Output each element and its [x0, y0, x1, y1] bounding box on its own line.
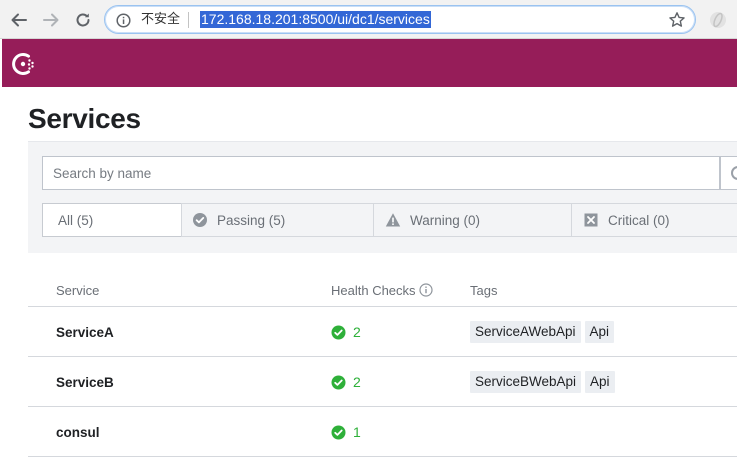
service-name-link[interactable]: ServiceA — [56, 325, 114, 340]
check-circle-icon — [331, 325, 346, 339]
filter-tab-critical[interactable]: Critical (0) — [571, 203, 737, 237]
check-circle-icon — [331, 375, 346, 389]
health-checks-count: 2 — [353, 374, 361, 390]
column-header-service[interactable]: Service — [56, 283, 99, 298]
arrow-left-icon — [11, 13, 27, 27]
close-square-icon — [584, 213, 598, 227]
table-row[interactable]: ServiceA 2 ServiceAWebApi Api — [28, 307, 737, 357]
health-checks-count: 1 — [353, 424, 361, 440]
filter-tab-passing[interactable]: Passing (5) — [181, 203, 374, 237]
address-bar[interactable]: 不安全 172.168.18.201:8500/ui/dc1/services — [104, 5, 696, 34]
search-box — [42, 156, 720, 190]
star-icon[interactable] — [668, 11, 686, 29]
reload-button[interactable] — [72, 9, 94, 31]
health-checks-passing: 2 — [331, 373, 361, 391]
health-checks-count: 2 — [353, 324, 361, 340]
tag: ServiceBWebApi — [470, 371, 582, 393]
reload-icon — [76, 13, 90, 27]
arrow-right-icon — [43, 13, 59, 27]
warning-triangle-icon — [385, 213, 401, 227]
filter-tab-warning[interactable]: Warning (0) — [373, 203, 572, 237]
tag: Api — [585, 371, 615, 393]
tag: ServiceAWebApi — [470, 321, 581, 343]
tag-list: ServiceAWebApi Api — [470, 321, 618, 343]
filter-tab-warning-label: Warning (0) — [410, 212, 481, 228]
column-header-health-checks-label: Health Checks — [331, 283, 416, 298]
table-row[interactable]: ServiceB 2 ServiceBWebApi Api — [28, 357, 737, 407]
search-button[interactable] — [720, 156, 737, 190]
url-divider — [188, 12, 189, 28]
health-checks-passing: 2 — [331, 323, 361, 341]
check-circle-icon — [193, 213, 207, 227]
services-table-header: Service Health Checks Tags — [28, 271, 737, 307]
search-input[interactable] — [43, 157, 719, 189]
health-checks-passing: 1 — [331, 423, 361, 441]
service-name-link[interactable]: consul — [56, 425, 100, 440]
app-header — [2, 39, 737, 87]
filter-tab-critical-label: Critical (0) — [608, 212, 670, 228]
filter-tab-all[interactable]: All (5) — [42, 203, 182, 237]
info-icon[interactable] — [116, 13, 131, 28]
table-row[interactable]: consul 1 — [28, 407, 737, 457]
filter-tab-all-label: All (5) — [58, 212, 94, 228]
filter-tab-passing-label: Passing (5) — [217, 212, 286, 228]
check-circle-icon — [331, 425, 346, 439]
tag: Api — [584, 321, 615, 343]
back-button[interactable] — [8, 9, 30, 31]
info-icon[interactable] — [418, 283, 433, 297]
column-header-tags[interactable]: Tags — [470, 283, 497, 298]
browser-toolbar: 不安全 172.168.18.201:8500/ui/dc1/services — [0, 0, 737, 39]
forward-button[interactable] — [40, 9, 62, 31]
filter-panel: All (5) Passing (5) Warning (0) Critical… — [28, 141, 737, 253]
consul-logo-icon[interactable] — [10, 50, 38, 78]
url-text[interactable]: 172.168.18.201:8500/ui/dc1/services — [200, 11, 431, 28]
tag-list: ServiceBWebApi Api — [470, 371, 619, 393]
column-header-health-checks[interactable]: Health Checks — [331, 283, 433, 298]
page-title: Services — [28, 103, 141, 134]
extension-icon[interactable] — [708, 10, 728, 30]
service-name-link[interactable]: ServiceB — [56, 375, 114, 390]
security-label: 不安全 — [141, 12, 181, 27]
status-filter-tabs: All (5) Passing (5) Warning (0) Critical… — [42, 203, 737, 237]
search-icon — [731, 166, 737, 180]
